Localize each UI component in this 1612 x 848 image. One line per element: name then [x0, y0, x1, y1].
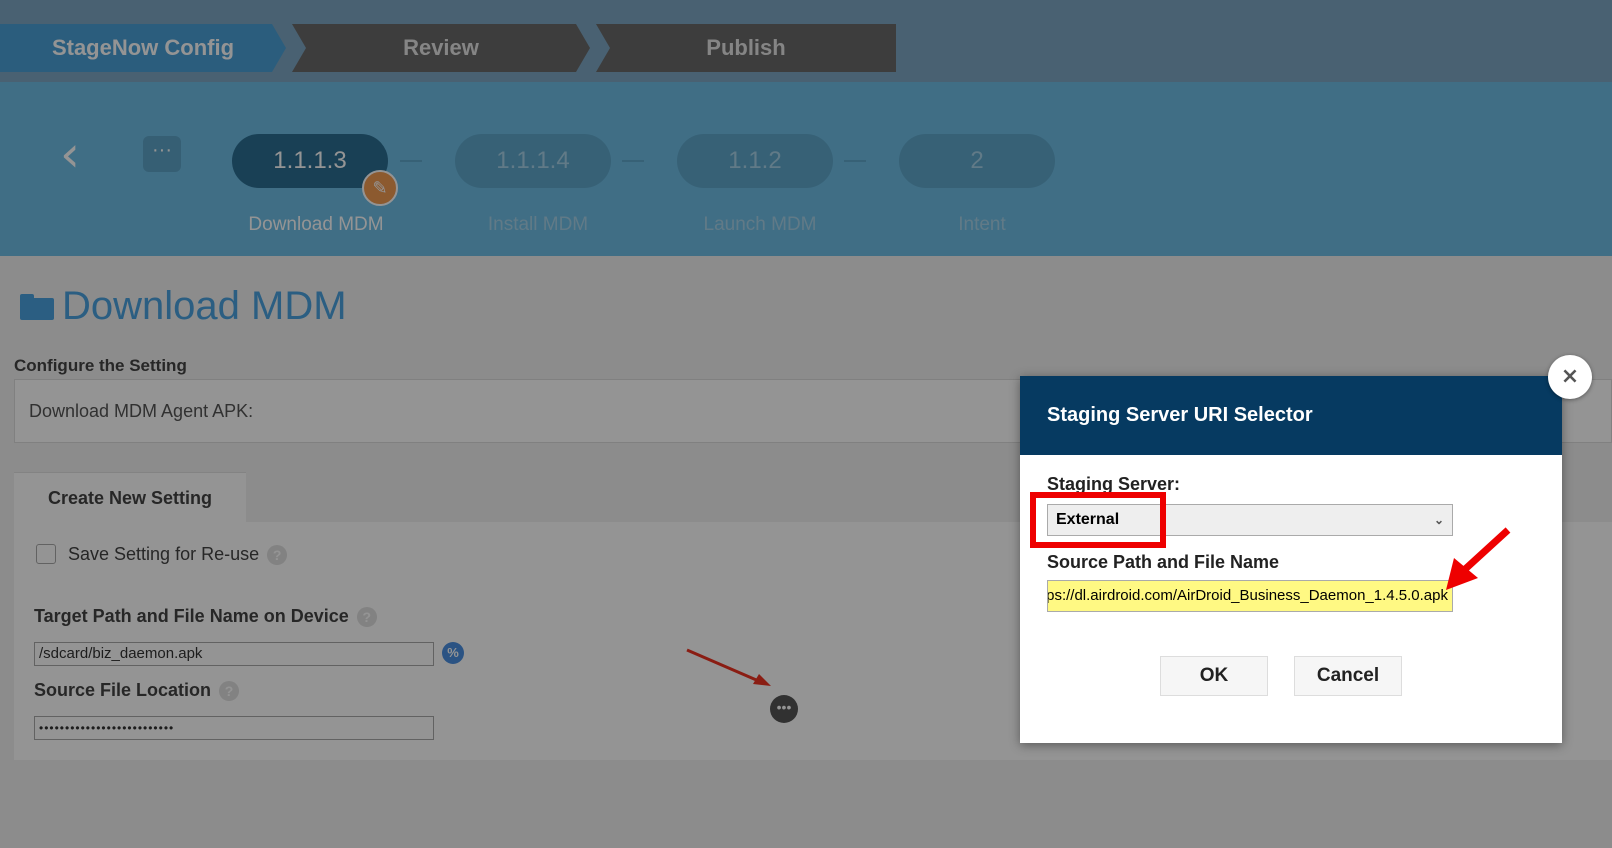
source-path-input[interactable]: https://dl.airdroid.com/AirDroid_Busines… [1047, 580, 1453, 612]
source-path-value: https://dl.airdroid.com/AirDroid_Busines… [1047, 587, 1448, 604]
cancel-button[interactable]: Cancel [1294, 656, 1402, 696]
close-icon[interactable]: × [1548, 355, 1592, 399]
dialog-title: Staging Server URI Selector [1020, 376, 1562, 455]
source-path-label: Source Path and File Name [1047, 552, 1280, 572]
ok-button[interactable]: OK [1160, 656, 1268, 696]
annotation-highlight-box [1030, 492, 1166, 548]
annotation-arrow [1446, 527, 1511, 590]
